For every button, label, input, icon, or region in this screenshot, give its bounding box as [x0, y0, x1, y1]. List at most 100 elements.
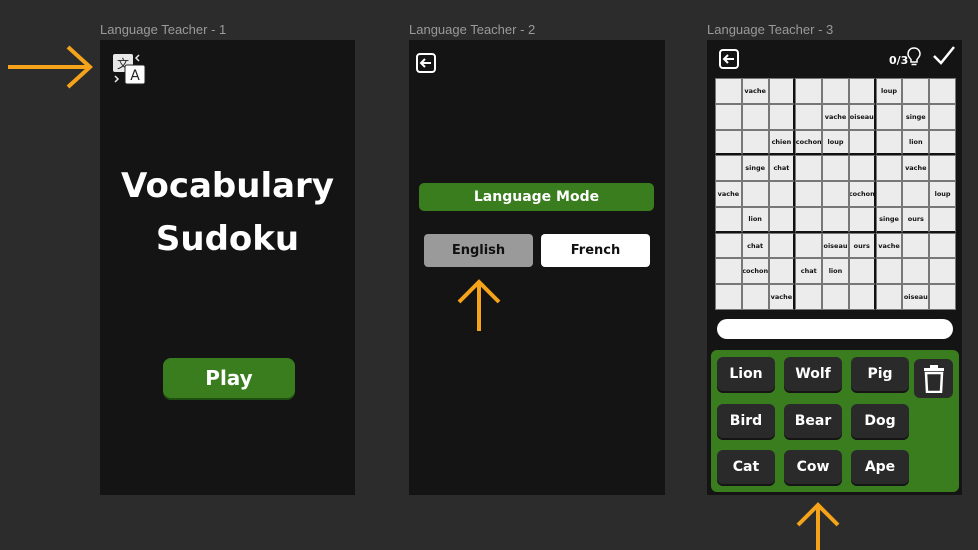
- sudoku-cell[interactable]: [741, 181, 769, 207]
- sudoku-cell[interactable]: [741, 284, 769, 310]
- sudoku-cell[interactable]: [768, 232, 796, 259]
- sudoku-cell[interactable]: [768, 181, 796, 207]
- sudoku-cell[interactable]: loup: [822, 129, 849, 156]
- sudoku-cell[interactable]: [715, 103, 742, 130]
- sudoku-cell[interactable]: [929, 284, 956, 310]
- sudoku-cell[interactable]: [875, 129, 903, 156]
- sudoku-cell[interactable]: [929, 155, 956, 182]
- word-button-ape[interactable]: Ape: [851, 450, 909, 484]
- sudoku-cell[interactable]: [768, 78, 796, 104]
- sudoku-cell[interactable]: [875, 284, 903, 310]
- word-button-bear[interactable]: Bear: [784, 404, 842, 438]
- sudoku-cell[interactable]: [795, 232, 823, 259]
- sudoku-cell[interactable]: [715, 258, 742, 285]
- sudoku-cell[interactable]: [902, 78, 930, 104]
- sudoku-cell[interactable]: [715, 284, 742, 310]
- word-button-bird[interactable]: Bird: [717, 404, 775, 438]
- sudoku-cell[interactable]: [902, 181, 930, 207]
- sudoku-cell[interactable]: [768, 258, 796, 285]
- back-icon[interactable]: [718, 48, 740, 70]
- sudoku-cell[interactable]: loup: [875, 78, 903, 104]
- sudoku-cell[interactable]: [795, 206, 823, 233]
- sudoku-cell[interactable]: [715, 155, 742, 182]
- sudoku-cell[interactable]: [822, 181, 849, 207]
- sudoku-cell[interactable]: singe: [875, 206, 903, 233]
- sudoku-cell[interactable]: chat: [768, 155, 796, 182]
- sudoku-cell[interactable]: [875, 258, 903, 285]
- word-button-lion[interactable]: Lion: [717, 357, 775, 391]
- sudoku-cell[interactable]: [875, 155, 903, 182]
- french-button[interactable]: French: [541, 234, 650, 267]
- sudoku-cell[interactable]: [929, 129, 956, 156]
- sudoku-cell[interactable]: cochon: [848, 181, 876, 207]
- sudoku-cell[interactable]: vache: [741, 78, 769, 104]
- sudoku-cell[interactable]: [715, 78, 742, 104]
- sudoku-cell[interactable]: [848, 78, 876, 104]
- sudoku-cell[interactable]: vache: [715, 181, 742, 207]
- sudoku-cell[interactable]: oiseau: [822, 232, 849, 259]
- sudoku-cell[interactable]: [795, 181, 823, 207]
- sudoku-cell[interactable]: [822, 78, 849, 104]
- sudoku-cell[interactable]: [848, 206, 876, 233]
- sudoku-cell[interactable]: singe: [741, 155, 769, 182]
- sudoku-cell[interactable]: [875, 103, 903, 130]
- sudoku-cell[interactable]: lion: [741, 206, 769, 233]
- sudoku-cell[interactable]: [929, 258, 956, 285]
- sudoku-cell[interactable]: vache: [822, 103, 849, 130]
- sudoku-cell[interactable]: cochon: [795, 129, 823, 156]
- word-button-wolf[interactable]: Wolf: [784, 357, 842, 391]
- sudoku-cell[interactable]: chat: [741, 232, 769, 259]
- back-icon[interactable]: [415, 52, 437, 74]
- word-button-dog[interactable]: Dog: [851, 404, 909, 438]
- sudoku-cell[interactable]: [768, 103, 796, 130]
- sudoku-cell[interactable]: chat: [795, 258, 823, 285]
- sudoku-cell[interactable]: oiseau: [848, 103, 876, 130]
- sudoku-cell[interactable]: vache: [902, 155, 930, 182]
- sudoku-cell[interactable]: [715, 129, 742, 156]
- sudoku-cell[interactable]: [795, 284, 823, 310]
- sudoku-cell[interactable]: chien: [768, 129, 796, 156]
- sudoku-cell[interactable]: [902, 258, 930, 285]
- translate-icon[interactable]: 文 A: [111, 52, 147, 86]
- word-button-cow[interactable]: Cow: [784, 450, 842, 484]
- lightbulb-icon[interactable]: [906, 46, 922, 66]
- sudoku-cell[interactable]: vache: [768, 284, 796, 310]
- sudoku-cell[interactable]: [929, 103, 956, 130]
- sudoku-cell[interactable]: [848, 129, 876, 156]
- sudoku-cell[interactable]: lion: [902, 129, 930, 156]
- sudoku-cell[interactable]: singe: [902, 103, 930, 130]
- sudoku-cell[interactable]: [768, 206, 796, 233]
- word-button-pig[interactable]: Pig: [851, 357, 909, 391]
- sudoku-cell[interactable]: [848, 258, 876, 285]
- sudoku-cell[interactable]: [741, 129, 769, 156]
- sudoku-cell[interactable]: loup: [929, 181, 956, 207]
- sudoku-cell[interactable]: [822, 206, 849, 233]
- sudoku-cell[interactable]: oiseau: [902, 284, 930, 310]
- sudoku-cell[interactable]: [929, 78, 956, 104]
- sudoku-cell[interactable]: [875, 181, 903, 207]
- sudoku-cell[interactable]: [741, 103, 769, 130]
- play-button[interactable]: Play: [163, 358, 295, 398]
- delete-button[interactable]: [914, 359, 953, 398]
- answer-input[interactable]: [717, 319, 953, 339]
- sudoku-cell[interactable]: [715, 232, 742, 259]
- sudoku-cell[interactable]: [929, 206, 956, 233]
- sudoku-cell[interactable]: ours: [902, 206, 930, 233]
- sudoku-cell[interactable]: [848, 155, 876, 182]
- sudoku-cell[interactable]: vache: [875, 232, 903, 259]
- sudoku-cell[interactable]: lion: [822, 258, 849, 285]
- sudoku-cell[interactable]: [795, 103, 823, 130]
- sudoku-cell[interactable]: [795, 155, 823, 182]
- sudoku-cell[interactable]: [848, 284, 876, 310]
- sudoku-cell[interactable]: ours: [848, 232, 876, 259]
- sudoku-cell[interactable]: [902, 232, 930, 259]
- sudoku-cell[interactable]: [822, 284, 849, 310]
- word-button-cat[interactable]: Cat: [717, 450, 775, 484]
- sudoku-cell[interactable]: [795, 78, 823, 104]
- sudoku-cell[interactable]: cochon: [741, 258, 769, 285]
- sudoku-cell[interactable]: [929, 232, 956, 259]
- check-icon[interactable]: [932, 44, 956, 66]
- sudoku-cell[interactable]: [715, 206, 742, 233]
- sudoku-cell[interactable]: [822, 155, 849, 182]
- english-button[interactable]: English: [424, 234, 533, 267]
